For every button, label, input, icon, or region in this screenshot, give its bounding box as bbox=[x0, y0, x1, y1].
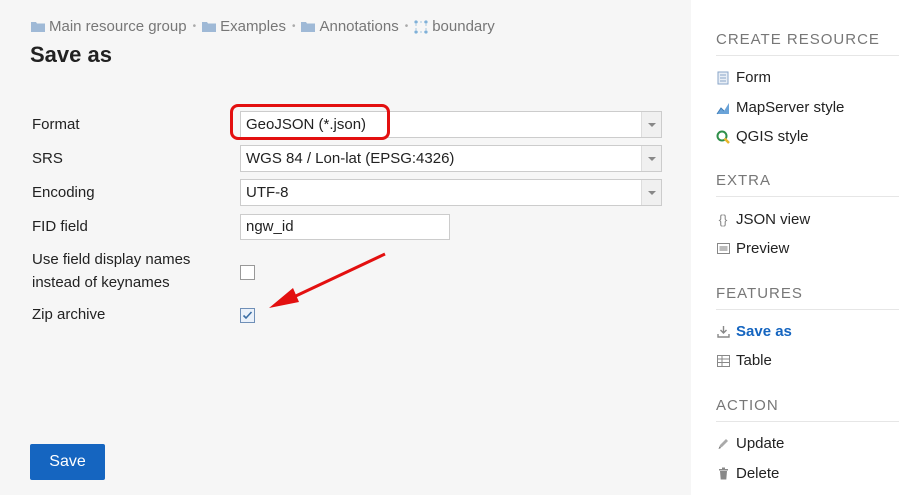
breadcrumb-separator: • bbox=[192, 21, 197, 32]
menu-item-label: Update bbox=[736, 435, 785, 452]
menu-item-label: Table bbox=[736, 352, 772, 369]
breadcrumb: Main resource group • Examples • Annotat… bbox=[31, 18, 495, 35]
menu-item-label: QGIS style bbox=[736, 128, 809, 145]
breadcrumb-separator: • bbox=[404, 21, 409, 32]
menu-item-save-as[interactable]: Save as bbox=[716, 323, 792, 340]
create-resource-heading: CREATE RESOURCE bbox=[716, 31, 880, 48]
encoding-value: UTF-8 bbox=[246, 184, 289, 201]
chevron-down-icon[interactable] bbox=[641, 146, 661, 171]
menu-item-qgis-style[interactable]: QGIS style bbox=[716, 128, 809, 145]
menu-item-mapserver-style[interactable]: MapServer style bbox=[716, 99, 844, 116]
encoding-select[interactable]: UTF-8 bbox=[240, 179, 662, 206]
breadcrumb-item-main-resource-group[interactable]: Main resource group bbox=[31, 18, 187, 35]
breadcrumb-label: Annotations bbox=[319, 18, 399, 35]
page-title: Save as bbox=[30, 42, 112, 67]
breadcrumb-item-examples[interactable]: Examples bbox=[202, 18, 286, 35]
srs-select[interactable]: WGS 84 / Lon-lat (EPSG:4326) bbox=[240, 145, 662, 172]
table-icon bbox=[716, 354, 730, 368]
zip-archive-label: Zip archive bbox=[32, 306, 106, 323]
display-names-label: Use field display names instead of keyna… bbox=[32, 248, 190, 294]
divider bbox=[716, 309, 899, 310]
vector-layer-icon bbox=[414, 19, 428, 34]
save-button[interactable]: Save bbox=[30, 444, 105, 480]
menu-item-table[interactable]: Table bbox=[716, 352, 772, 369]
braces-icon: {} bbox=[718, 212, 728, 227]
checkmark-icon bbox=[242, 311, 253, 320]
chevron-down-icon[interactable] bbox=[641, 180, 661, 205]
form-icon bbox=[716, 71, 730, 85]
chevron-down-icon[interactable] bbox=[641, 112, 661, 137]
trash-icon bbox=[716, 467, 730, 481]
extra-heading: EXTRA bbox=[716, 172, 772, 189]
display-names-checkbox[interactable] bbox=[240, 265, 255, 280]
display-names-label-line2: instead of keynames bbox=[32, 274, 170, 291]
menu-item-label: Save as bbox=[736, 323, 792, 340]
menu-item-label: Delete bbox=[736, 465, 780, 482]
zip-archive-checkbox[interactable] bbox=[240, 308, 255, 323]
menu-item-label: Form bbox=[736, 69, 771, 86]
fid-field-input[interactable]: ngw_id bbox=[240, 214, 450, 240]
breadcrumb-item-boundary[interactable]: boundary bbox=[414, 18, 495, 35]
menu-item-label: MapServer style bbox=[736, 99, 845, 116]
srs-label: SRS bbox=[32, 150, 63, 167]
qgis-style-icon bbox=[716, 130, 730, 144]
menu-item-preview[interactable]: Preview bbox=[716, 240, 789, 257]
features-heading: FEATURES bbox=[716, 285, 803, 302]
menu-item-form[interactable]: Form bbox=[716, 69, 771, 86]
breadcrumb-label: boundary bbox=[432, 18, 495, 35]
srs-value: WGS 84 / Lon-lat (EPSG:4326) bbox=[246, 150, 455, 167]
breadcrumb-label: Main resource group bbox=[49, 18, 187, 35]
breadcrumb-item-annotations[interactable]: Annotations bbox=[301, 18, 399, 35]
divider bbox=[716, 421, 899, 422]
fid-field-label: FID field bbox=[32, 218, 88, 235]
pencil-icon bbox=[716, 437, 730, 451]
download-icon bbox=[716, 325, 730, 339]
preview-icon bbox=[716, 242, 730, 256]
divider bbox=[716, 196, 899, 197]
menu-item-label: JSON view bbox=[736, 211, 811, 228]
breadcrumb-label: Examples bbox=[220, 18, 286, 35]
red-arrow-annotation bbox=[269, 252, 386, 308]
format-highlight-annotation bbox=[230, 104, 390, 140]
encoding-label: Encoding bbox=[32, 184, 95, 201]
format-label: Format bbox=[32, 116, 80, 133]
folder-icon bbox=[301, 21, 316, 32]
mapserver-style-icon bbox=[716, 101, 730, 115]
menu-item-delete[interactable]: Delete bbox=[716, 465, 779, 482]
display-names-label-line1: Use field display names bbox=[32, 251, 191, 268]
folder-icon bbox=[31, 21, 45, 32]
menu-item-label: Preview bbox=[736, 240, 790, 257]
menu-item-update[interactable]: Update bbox=[716, 435, 784, 452]
main-panel: Main resource group • Examples • Annotat… bbox=[0, 0, 691, 495]
breadcrumb-separator: • bbox=[291, 21, 296, 32]
action-heading: ACTION bbox=[716, 397, 779, 414]
menu-item-json-view[interactable]: {} JSON view bbox=[716, 211, 811, 228]
divider bbox=[716, 55, 899, 56]
folder-icon bbox=[202, 21, 217, 32]
